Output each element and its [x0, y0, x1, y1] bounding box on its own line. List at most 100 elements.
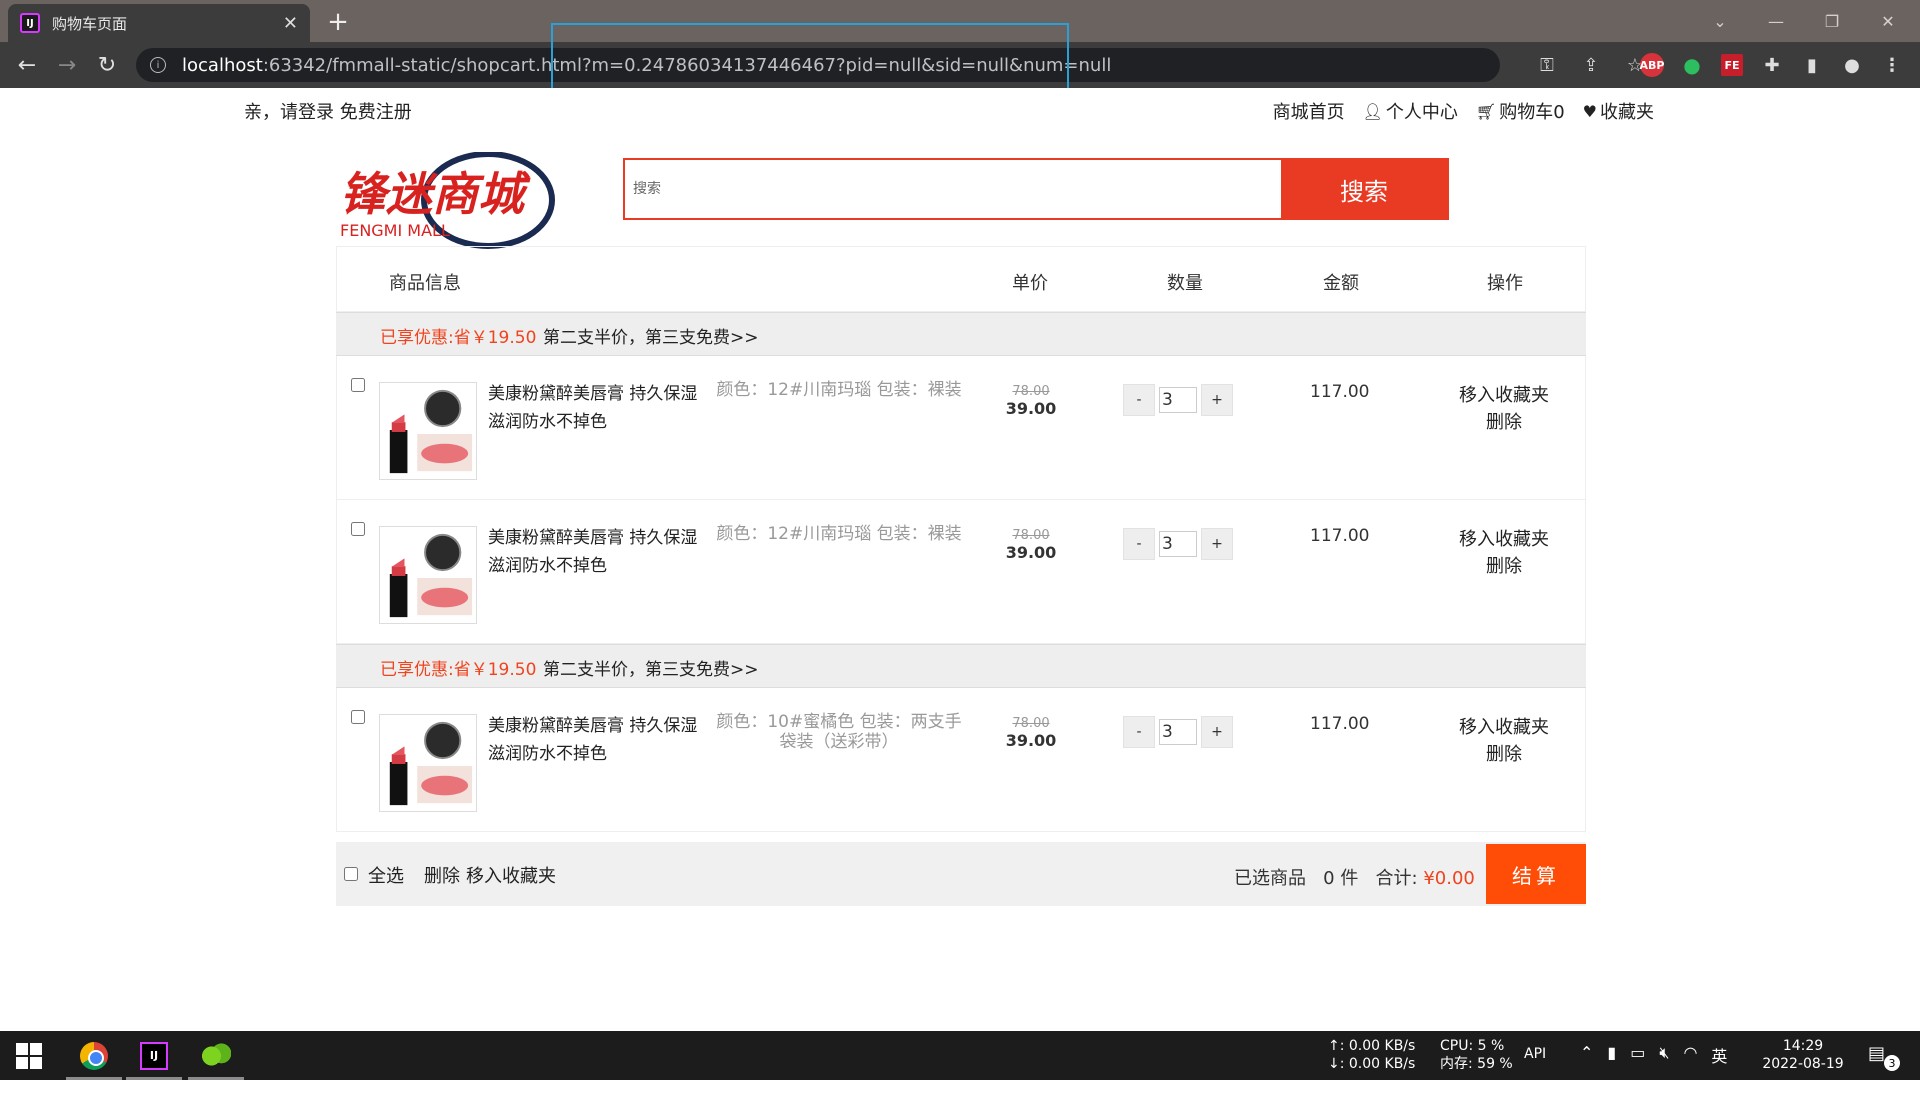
extensions-puzzle-icon[interactable]: ✚	[1756, 50, 1788, 80]
header-amount: 金额	[1323, 273, 1359, 294]
fengmi-mall-logo[interactable]: 锋迷商城 FENGMI MALL	[338, 152, 570, 252]
qty-minus-button[interactable]: -	[1123, 528, 1155, 560]
quantity-stepper: - 3 +	[1123, 716, 1233, 748]
qty-minus-button[interactable]: -	[1123, 716, 1155, 748]
adblock-plus-icon[interactable]: ABP	[1640, 53, 1664, 77]
promo-rule-link[interactable]: 第二支半价，第三支免费>>	[543, 655, 759, 680]
qty-input[interactable]: 3	[1159, 387, 1197, 413]
item-name[interactable]: 美康粉黛醉美唇膏 持久保湿滋润防水不掉色	[488, 524, 710, 580]
api-indicator[interactable]: API	[1524, 1046, 1546, 1095]
ime-indicator[interactable]: 英	[1711, 1043, 1727, 1092]
delete-item-link[interactable]: 删除	[1439, 553, 1569, 580]
selected-summary: 已选商品 0 件 合计: ¥0.00	[1234, 868, 1475, 889]
current-price: 39.00	[1005, 399, 1057, 418]
evernote-icon[interactable]: ●	[1676, 50, 1708, 80]
search-button[interactable]: 搜索	[1281, 160, 1447, 218]
browser-tab[interactable]: IJ 购物车页面 ✕	[8, 4, 310, 42]
search-input[interactable]	[625, 160, 1281, 218]
forward-arrow-icon[interactable]: →	[52, 50, 82, 80]
select-all-label[interactable]: 全选	[368, 862, 404, 888]
volume-muted-icon[interactable]: 🔇︎	[1659, 1043, 1669, 1092]
move-selected-to-favorites-link[interactable]: 移入收藏夹	[466, 862, 556, 888]
reload-icon[interactable]: ↻	[92, 50, 122, 80]
checkout-button[interactable]: 结算	[1486, 844, 1586, 904]
promo-row: 已享优惠:省￥19.50 第二支半价，第三支免费>>	[336, 644, 1586, 688]
profile-icon[interactable]: ●	[1836, 50, 1868, 80]
delete-selected-link[interactable]: 删除	[424, 862, 460, 888]
top-navigation: 亲，请登录 免费注册 商城首页 👤︎ 个人中心 🛒︎ 购物车0 ♥ 收藏夹	[0, 88, 1920, 132]
bookmark-tray-icon[interactable]: ▮	[1607, 1043, 1616, 1092]
show-hidden-icons-chevron-up-icon[interactable]: ⌃	[1580, 1043, 1593, 1092]
lipstick-product-image[interactable]	[379, 526, 477, 624]
item-name[interactable]: 美康粉黛醉美唇膏 持久保湿滋润防水不掉色	[488, 712, 710, 768]
move-to-favorites-link[interactable]: 移入收藏夹	[1439, 526, 1569, 553]
restore-icon[interactable]: ❐	[1804, 0, 1860, 42]
cart-item: 美康粉黛醉美唇膏 持久保湿滋润防水不掉色 颜色：12#川南玛瑙 包装：裸装 78…	[336, 500, 1586, 644]
delete-item-link[interactable]: 删除	[1439, 409, 1569, 436]
mall-home-link[interactable]: 商城首页	[1273, 98, 1345, 124]
move-to-favorites-link[interactable]: 移入收藏夹	[1439, 382, 1569, 409]
green-app-icon	[201, 1042, 231, 1069]
network-speed: ↑: 0.00 KB/s ↓: 0.00 KB/s	[1328, 1038, 1416, 1072]
lipstick-product-image[interactable]	[379, 714, 477, 812]
qty-input[interactable]: 3	[1159, 531, 1197, 557]
move-to-favorites-link[interactable]: 移入收藏夹	[1439, 714, 1569, 741]
item-checkbox[interactable]	[351, 710, 365, 724]
tab-close-icon[interactable]: ✕	[283, 13, 298, 34]
share-icon[interactable]: ⇪	[1576, 50, 1606, 80]
search-bar: 搜索	[623, 158, 1449, 220]
address-bar-actions: ⚿ ⇪ ☆	[1532, 50, 1650, 80]
item-checkbox[interactable]	[351, 522, 365, 536]
quantity-stepper: - 3 +	[1123, 384, 1233, 416]
item-operations: 移入收藏夹 删除	[1439, 382, 1569, 436]
original-price: 78.00	[1012, 716, 1050, 731]
clock[interactable]: 14:29 2022-08-19	[1760, 1037, 1846, 1086]
qty-input[interactable]: 3	[1159, 719, 1197, 745]
favorites-link[interactable]: ♥ 收藏夹	[1583, 98, 1654, 124]
user-icon: 👤︎	[1362, 101, 1383, 121]
header-operation: 操作	[1487, 273, 1523, 294]
item-unit-price: 78.00 39.00	[1001, 384, 1061, 418]
item-name[interactable]: 美康粉黛醉美唇膏 持久保湿滋润防水不掉色	[488, 380, 710, 436]
login-register-link[interactable]: 亲，请登录 免费注册	[244, 98, 412, 124]
qty-plus-button[interactable]: +	[1201, 384, 1233, 416]
fe-helper-icon[interactable]: FE	[1721, 54, 1743, 76]
password-key-icon[interactable]: ⚿	[1532, 50, 1562, 80]
system-tray-icons: ⌃ ▮ ▭ 🔇︎ ◠ 英	[1580, 1043, 1727, 1092]
minimize-icon[interactable]: —	[1748, 0, 1804, 42]
promo-savings: 已享优惠:省￥19.50	[380, 660, 537, 680]
windows-start-icon[interactable]	[16, 1043, 42, 1069]
tab-search-chevron-down-icon[interactable]: ⌄	[1692, 0, 1748, 42]
taskbar-intellij[interactable]: IJ	[126, 1031, 182, 1080]
lipstick-product-image[interactable]	[379, 382, 477, 480]
chrome-icon	[80, 1041, 108, 1070]
cart-item: 美康粉黛醉美唇膏 持久保湿滋润防水不掉色 颜色：10#蜜橘色 包装：两支手袋装（…	[336, 688, 1586, 832]
shopping-cart-link[interactable]: 🛒︎ 购物车0	[1476, 98, 1565, 124]
taskbar-chrome[interactable]	[66, 1031, 122, 1080]
item-checkbox[interactable]	[351, 378, 365, 392]
qty-minus-button[interactable]: -	[1123, 384, 1155, 416]
close-window-icon[interactable]: ✕	[1860, 0, 1916, 42]
back-arrow-icon[interactable]: ←	[12, 50, 42, 80]
user-center-link[interactable]: 👤︎ 个人中心	[1363, 98, 1458, 124]
original-price: 78.00	[1012, 384, 1050, 399]
cart-icon: 🛒︎	[1475, 101, 1497, 121]
delete-item-link[interactable]: 删除	[1439, 741, 1569, 768]
new-tab-icon[interactable]: +	[322, 6, 354, 38]
heart-icon: ♥	[1582, 101, 1597, 121]
cart-header-row: 商品信息 单价 数量 金额 操作	[336, 246, 1586, 312]
qty-plus-button[interactable]: +	[1201, 716, 1233, 748]
selected-count: 0	[1323, 868, 1335, 889]
select-all-checkbox[interactable]	[344, 867, 358, 881]
site-info-icon[interactable]: i	[150, 57, 166, 73]
item-operations: 移入收藏夹 删除	[1439, 526, 1569, 580]
notification-center-icon[interactable]: ▤ 3	[1868, 1043, 1900, 1071]
promo-savings: 已享优惠:省￥19.50	[380, 328, 537, 348]
side-panel-icon[interactable]: ▮	[1796, 50, 1828, 80]
more-menu-icon[interactable]: ⋮	[1876, 50, 1908, 80]
promo-rule-link[interactable]: 第二支半价，第三支免费>>	[543, 323, 759, 348]
wifi-icon[interactable]: ◠	[1683, 1043, 1697, 1092]
qty-plus-button[interactable]: +	[1201, 528, 1233, 560]
taskbar-app-green[interactable]	[188, 1031, 244, 1080]
battery-icon[interactable]: ▭	[1630, 1043, 1645, 1092]
